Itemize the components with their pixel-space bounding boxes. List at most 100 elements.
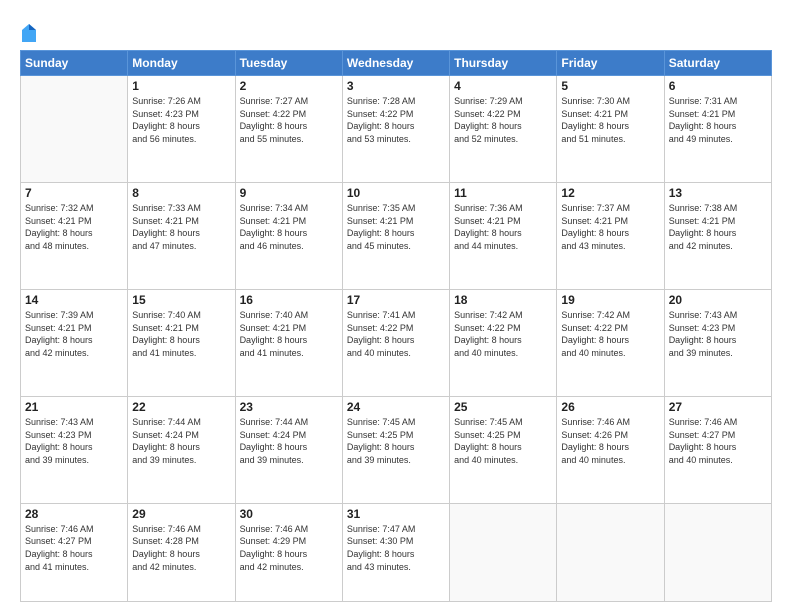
day-info: Sunrise: 7:44 AMSunset: 4:24 PMDaylight:… bbox=[132, 416, 230, 466]
calendar-cell bbox=[664, 503, 771, 601]
calendar-cell: 3 Sunrise: 7:28 AMSunset: 4:22 PMDaylight… bbox=[342, 76, 449, 183]
day-number: 17 bbox=[347, 293, 445, 307]
day-number: 3 bbox=[347, 79, 445, 93]
day-number: 12 bbox=[561, 186, 659, 200]
weekday-header-saturday: Saturday bbox=[664, 51, 771, 76]
calendar-cell: 17 Sunrise: 7:41 AMSunset: 4:22 PMDayligh… bbox=[342, 289, 449, 396]
calendar-cell: 10 Sunrise: 7:35 AMSunset: 4:21 PMDayligh… bbox=[342, 182, 449, 289]
calendar-cell: 9 Sunrise: 7:34 AMSunset: 4:21 PMDaylight… bbox=[235, 182, 342, 289]
calendar: SundayMondayTuesdayWednesdayThursdayFrid… bbox=[20, 50, 772, 602]
calendar-cell: 31 Sunrise: 7:47 AMSunset: 4:30 PMDayligh… bbox=[342, 503, 449, 601]
day-number: 11 bbox=[454, 186, 552, 200]
day-info: Sunrise: 7:26 AMSunset: 4:23 PMDaylight:… bbox=[132, 95, 230, 145]
calendar-cell bbox=[557, 503, 664, 601]
day-info: Sunrise: 7:27 AMSunset: 4:22 PMDaylight:… bbox=[240, 95, 338, 145]
day-info: Sunrise: 7:47 AMSunset: 4:30 PMDaylight:… bbox=[347, 523, 445, 573]
day-number: 29 bbox=[132, 507, 230, 521]
day-number: 10 bbox=[347, 186, 445, 200]
day-info: Sunrise: 7:34 AMSunset: 4:21 PMDaylight:… bbox=[240, 202, 338, 252]
weekday-header-monday: Monday bbox=[128, 51, 235, 76]
calendar-cell bbox=[450, 503, 557, 601]
calendar-cell: 30 Sunrise: 7:46 AMSunset: 4:29 PMDayligh… bbox=[235, 503, 342, 601]
calendar-cell: 13 Sunrise: 7:38 AMSunset: 4:21 PMDayligh… bbox=[664, 182, 771, 289]
day-number: 2 bbox=[240, 79, 338, 93]
day-number: 26 bbox=[561, 400, 659, 414]
calendar-cell: 12 Sunrise: 7:37 AMSunset: 4:21 PMDayligh… bbox=[557, 182, 664, 289]
weekday-header-tuesday: Tuesday bbox=[235, 51, 342, 76]
day-info: Sunrise: 7:31 AMSunset: 4:21 PMDaylight:… bbox=[669, 95, 767, 145]
day-number: 16 bbox=[240, 293, 338, 307]
day-info: Sunrise: 7:29 AMSunset: 4:22 PMDaylight:… bbox=[454, 95, 552, 145]
page: SundayMondayTuesdayWednesdayThursdayFrid… bbox=[0, 0, 792, 612]
logo-icon bbox=[20, 22, 38, 44]
logo bbox=[20, 22, 42, 44]
calendar-cell: 23 Sunrise: 7:44 AMSunset: 4:24 PMDayligh… bbox=[235, 396, 342, 503]
calendar-cell: 26Sunrise: 7:46 AMSunset: 4:26 PMDayligh… bbox=[557, 396, 664, 503]
day-info: Sunrise: 7:43 AMSunset: 4:23 PMDaylight:… bbox=[669, 309, 767, 359]
calendar-cell: 7Sunrise: 7:32 AMSunset: 4:21 PMDaylight… bbox=[21, 182, 128, 289]
calendar-cell: 2 Sunrise: 7:27 AMSunset: 4:22 PMDaylight… bbox=[235, 76, 342, 183]
calendar-cell: 18 Sunrise: 7:42 AMSunset: 4:22 PMDayligh… bbox=[450, 289, 557, 396]
day-info: Sunrise: 7:46 AMSunset: 4:27 PMDaylight:… bbox=[669, 416, 767, 466]
weekday-header-friday: Friday bbox=[557, 51, 664, 76]
day-number: 21 bbox=[25, 400, 123, 414]
day-info: Sunrise: 7:44 AMSunset: 4:24 PMDaylight:… bbox=[240, 416, 338, 466]
day-number: 8 bbox=[132, 186, 230, 200]
day-info: Sunrise: 7:32 AMSunset: 4:21 PMDaylight:… bbox=[25, 202, 123, 252]
day-number: 18 bbox=[454, 293, 552, 307]
day-info: Sunrise: 7:39 AMSunset: 4:21 PMDaylight:… bbox=[25, 309, 123, 359]
calendar-cell: 8 Sunrise: 7:33 AMSunset: 4:21 PMDaylight… bbox=[128, 182, 235, 289]
calendar-cell: 22Sunrise: 7:44 AMSunset: 4:24 PMDayligh… bbox=[128, 396, 235, 503]
day-number: 20 bbox=[669, 293, 767, 307]
calendar-cell bbox=[21, 76, 128, 183]
day-info: Sunrise: 7:33 AMSunset: 4:21 PMDaylight:… bbox=[132, 202, 230, 252]
day-number: 9 bbox=[240, 186, 338, 200]
day-number: 13 bbox=[669, 186, 767, 200]
calendar-cell: 14 Sunrise: 7:39 AMSunset: 4:21 PMDayligh… bbox=[21, 289, 128, 396]
day-info: Sunrise: 7:46 AMSunset: 4:29 PMDaylight:… bbox=[240, 523, 338, 573]
weekday-header-sunday: Sunday bbox=[21, 51, 128, 76]
calendar-cell: 5 Sunrise: 7:30 AMSunset: 4:21 PMDaylight… bbox=[557, 76, 664, 183]
calendar-cell: 25Sunrise: 7:45 AMSunset: 4:25 PMDayligh… bbox=[450, 396, 557, 503]
day-info: Sunrise: 7:45 AMSunset: 4:25 PMDaylight:… bbox=[347, 416, 445, 466]
day-number: 23 bbox=[240, 400, 338, 414]
calendar-cell: 19Sunrise: 7:42 AMSunset: 4:22 PMDayligh… bbox=[557, 289, 664, 396]
day-number: 28 bbox=[25, 507, 123, 521]
calendar-cell: 1Sunrise: 7:26 AMSunset: 4:23 PMDaylight… bbox=[128, 76, 235, 183]
calendar-cell: 4 Sunrise: 7:29 AMSunset: 4:22 PMDaylight… bbox=[450, 76, 557, 183]
calendar-cell: 16 Sunrise: 7:40 AMSunset: 4:21 PMDayligh… bbox=[235, 289, 342, 396]
day-number: 27 bbox=[669, 400, 767, 414]
day-number: 25 bbox=[454, 400, 552, 414]
day-number: 30 bbox=[240, 507, 338, 521]
calendar-cell: 29 Sunrise: 7:46 AMSunset: 4:28 PMDayligh… bbox=[128, 503, 235, 601]
day-info: Sunrise: 7:35 AMSunset: 4:21 PMDaylight:… bbox=[347, 202, 445, 252]
day-info: Sunrise: 7:36 AMSunset: 4:21 PMDaylight:… bbox=[454, 202, 552, 252]
calendar-cell: 28 Sunrise: 7:46 AMSunset: 4:27 PMDayligh… bbox=[21, 503, 128, 601]
day-info: Sunrise: 7:40 AMSunset: 4:21 PMDaylight:… bbox=[132, 309, 230, 359]
day-number: 6 bbox=[669, 79, 767, 93]
header bbox=[20, 18, 772, 44]
day-info: Sunrise: 7:37 AMSunset: 4:21 PMDaylight:… bbox=[561, 202, 659, 252]
day-info: Sunrise: 7:46 AMSunset: 4:27 PMDaylight:… bbox=[25, 523, 123, 573]
day-info: Sunrise: 7:38 AMSunset: 4:21 PMDaylight:… bbox=[669, 202, 767, 252]
day-info: Sunrise: 7:30 AMSunset: 4:21 PMDaylight:… bbox=[561, 95, 659, 145]
calendar-cell: 15 Sunrise: 7:40 AMSunset: 4:21 PMDayligh… bbox=[128, 289, 235, 396]
day-info: Sunrise: 7:40 AMSunset: 4:21 PMDaylight:… bbox=[240, 309, 338, 359]
calendar-cell: 6 Sunrise: 7:31 AMSunset: 4:21 PMDaylight… bbox=[664, 76, 771, 183]
weekday-header-wednesday: Wednesday bbox=[342, 51, 449, 76]
day-number: 31 bbox=[347, 507, 445, 521]
calendar-cell: 11 Sunrise: 7:36 AMSunset: 4:21 PMDayligh… bbox=[450, 182, 557, 289]
day-number: 14 bbox=[25, 293, 123, 307]
day-info: Sunrise: 7:41 AMSunset: 4:22 PMDaylight:… bbox=[347, 309, 445, 359]
calendar-cell: 24Sunrise: 7:45 AMSunset: 4:25 PMDayligh… bbox=[342, 396, 449, 503]
weekday-header-thursday: Thursday bbox=[450, 51, 557, 76]
calendar-cell: 20 Sunrise: 7:43 AMSunset: 4:23 PMDayligh… bbox=[664, 289, 771, 396]
day-number: 19 bbox=[561, 293, 659, 307]
day-number: 15 bbox=[132, 293, 230, 307]
day-info: Sunrise: 7:28 AMSunset: 4:22 PMDaylight:… bbox=[347, 95, 445, 145]
calendar-cell: 21Sunrise: 7:43 AMSunset: 4:23 PMDayligh… bbox=[21, 396, 128, 503]
day-info: Sunrise: 7:46 AMSunset: 4:28 PMDaylight:… bbox=[132, 523, 230, 573]
day-info: Sunrise: 7:42 AMSunset: 4:22 PMDaylight:… bbox=[454, 309, 552, 359]
day-number: 4 bbox=[454, 79, 552, 93]
day-number: 5 bbox=[561, 79, 659, 93]
